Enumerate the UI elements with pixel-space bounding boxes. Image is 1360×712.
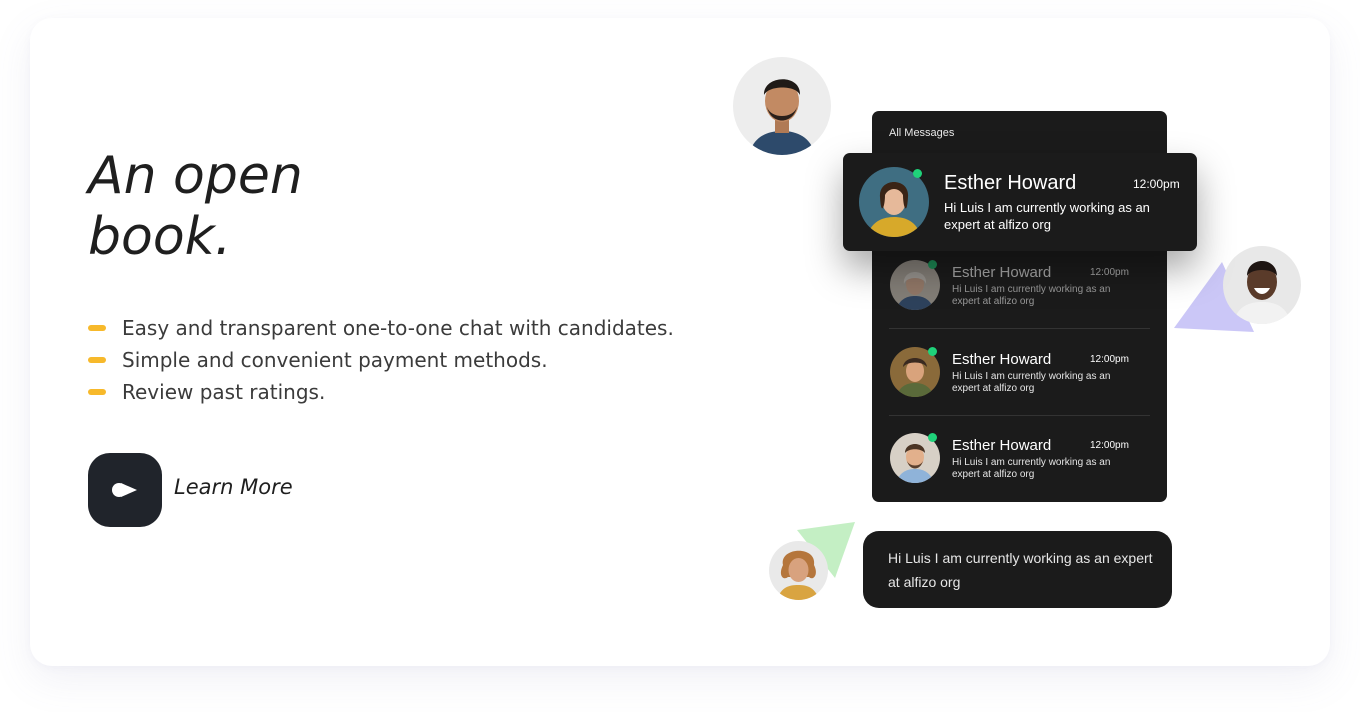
feature-item: Review past ratings. — [88, 376, 674, 408]
message-preview: Hi Luis I am currently working as an exp… — [952, 457, 1111, 480]
message-time: 12:00pm — [1090, 267, 1129, 278]
bullet-dash-icon — [88, 325, 106, 331]
online-status-dot — [928, 433, 937, 442]
message-time: 12:00pm — [1133, 177, 1180, 191]
headline-line-1: An open — [88, 146, 303, 206]
bullet-dash-icon — [88, 357, 106, 363]
feature-item: Easy and transparent one-to-one chat wit… — [88, 312, 674, 344]
learn-more-link[interactable]: Learn More — [174, 475, 293, 499]
message-row[interactable]: Esther Howard 12:00pm Hi Luis I am curre… — [872, 338, 1167, 424]
feature-text: Easy and transparent one-to-one chat wit… — [122, 316, 674, 340]
avatar-man-floating — [733, 57, 831, 155]
headline: An open book. — [88, 146, 418, 268]
message-row[interactable]: Esther Howard 12:00pm Hi Luis I am curre… — [872, 251, 1167, 337]
bullet-dash-icon — [88, 389, 106, 395]
online-status-dot — [928, 260, 937, 269]
contact-name: Esther Howard — [944, 172, 1077, 194]
message-preview: Hi Luis I am currently working as an exp… — [952, 371, 1111, 394]
feature-list: Easy and transparent one-to-one chat wit… — [88, 312, 674, 408]
play-arrow-icon — [112, 483, 137, 497]
headline-line-2: book. — [88, 207, 232, 267]
online-status-dot — [928, 347, 937, 356]
contact-name: Esther Howard — [952, 264, 1052, 281]
online-status-dot — [913, 169, 922, 178]
row-divider — [889, 328, 1150, 329]
message-preview: Hi Luis I am currently working as an exp… — [952, 284, 1111, 307]
message-time: 12:00pm — [1090, 440, 1129, 451]
message-row[interactable]: Esther Howard 12:00pm Hi Luis I am curre… — [872, 424, 1167, 510]
feature-item: Simple and convenient payment methods. — [88, 344, 674, 376]
row-divider — [889, 415, 1150, 416]
message-preview: Hi Luis I am currently working as an exp… — [944, 200, 1150, 232]
message-time: 12:00pm — [1090, 354, 1129, 365]
chat-bubble-text: Hi Luis I am currently working as an exp… — [888, 550, 1153, 590]
contact-name: Esther Howard — [952, 437, 1052, 454]
panel-title: All Messages — [889, 127, 955, 139]
learn-more-button[interactable] — [88, 453, 162, 527]
avatar-woman-bubble — [769, 541, 828, 600]
feature-text: Simple and convenient payment methods. — [122, 348, 548, 372]
avatar-woman-floating — [1223, 246, 1301, 324]
highlighted-message-card[interactable]: Esther Howard 12:00pm Hi Luis I am curre… — [843, 153, 1197, 251]
feature-text: Review past ratings. — [122, 380, 326, 404]
contact-name: Esther Howard — [952, 351, 1052, 368]
